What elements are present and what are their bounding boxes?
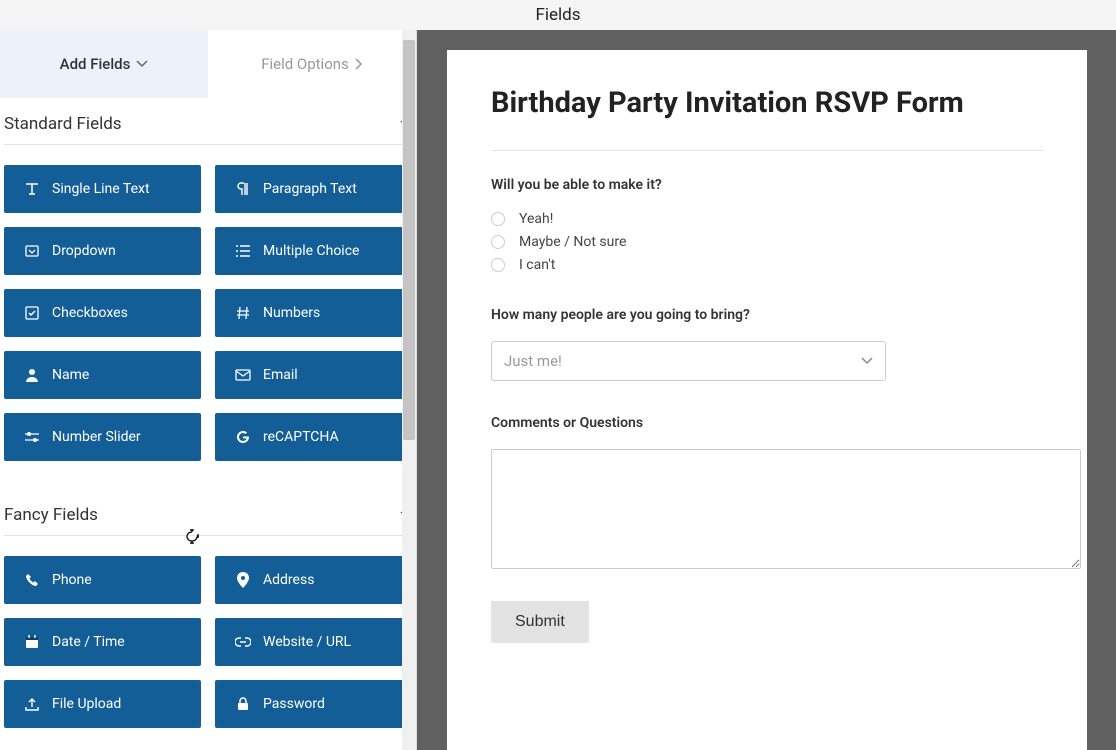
q1-label: Will you be able to make it? [491,177,1043,193]
section-standard-label: Standard Fields [4,114,122,134]
scrollbar-thumb[interactable] [403,40,415,440]
radio-option[interactable]: Yeah! [491,211,1043,227]
radio-option[interactable]: Maybe / Not sure [491,234,1043,250]
google-icon [235,429,251,445]
chevron-down-icon [136,60,148,68]
field-label: File Upload [52,696,121,712]
field-label: Address [263,572,314,588]
chevron-right-icon [355,58,363,70]
radio-icon [491,258,505,272]
chevron-down-icon [861,357,873,365]
field-multiple-choice[interactable]: Multiple Choice [215,227,412,275]
field-password[interactable]: Password [215,680,412,728]
field-checkboxes[interactable]: Checkboxes [4,289,201,337]
pin-icon [235,572,251,588]
submit-button[interactable]: Submit [491,601,589,643]
field-number-slider[interactable]: Number Slider [4,413,201,461]
field-label: Password [263,696,325,712]
hash-icon [235,305,251,321]
preview-area: Birthday Party Invitation RSVP Form Will… [417,30,1116,750]
section-standard-fields[interactable]: Standard Fields [4,98,412,145]
header-title: Fields [0,0,1116,30]
field-label: reCAPTCHA [263,429,339,445]
section-fancy-label: Fancy Fields [4,505,98,525]
people-select[interactable]: Just me! [491,341,886,381]
people-select-value: Just me! [504,352,562,370]
field-label: Email [263,367,298,383]
form-preview: Birthday Party Invitation RSVP Form Will… [447,50,1087,750]
phone-icon [24,572,40,588]
scrollbar[interactable] [402,30,416,750]
field-phone[interactable]: Phone [4,556,201,604]
comments-textarea[interactable] [491,449,1081,569]
field-label: Single Line Text [52,181,150,197]
field-dropdown[interactable]: Dropdown [4,227,201,275]
field-name[interactable]: Name [4,351,201,399]
link-icon [235,634,251,650]
tab-add-fields-label: Add Fields [60,55,131,73]
check-square-icon [24,305,40,321]
field-label: Name [52,367,89,383]
mail-icon [235,367,251,383]
upload-icon [24,696,40,712]
paragraph-icon [235,181,251,197]
tab-add-fields[interactable]: Add Fields [0,30,208,98]
field-recaptcha[interactable]: reCAPTCHA [215,413,412,461]
radio-icon [491,212,505,226]
radio-option[interactable]: I can't [491,257,1043,273]
radio-label: I can't [519,257,555,273]
q2-label: How many people are you going to bring? [491,307,1043,323]
text-icon [24,181,40,197]
tab-field-options[interactable]: Field Options [208,30,416,98]
field-label: Date / Time [52,634,125,650]
field-label: Numbers [263,305,320,321]
divider [491,150,1043,151]
radio-label: Maybe / Not sure [519,234,626,250]
lock-icon [235,696,251,712]
radio-label: Yeah! [519,211,553,227]
q3-label: Comments or Questions [491,415,1043,431]
field-label: Phone [52,572,92,588]
calendar-icon [24,634,40,650]
dropdown-icon [24,243,40,259]
field-date-time[interactable]: Date / Time [4,618,201,666]
form-title: Birthday Party Invitation RSVP Form [491,88,1043,120]
field-paragraph-text[interactable]: Paragraph Text [215,165,412,213]
field-email[interactable]: Email [215,351,412,399]
list-icon [235,243,251,259]
section-fancy-fields[interactable]: Fancy Fields [4,489,412,536]
field-label: Checkboxes [52,305,128,321]
slider-icon [24,429,40,445]
radio-icon [491,235,505,249]
field-website-url[interactable]: Website / URL [215,618,412,666]
left-panel: Add Fields Field Options Standard Fields… [0,30,417,750]
tab-field-options-label: Field Options [261,55,349,73]
field-single-line-text[interactable]: Single Line Text [4,165,201,213]
field-address[interactable]: Address [215,556,412,604]
user-icon [24,367,40,383]
field-label: Paragraph Text [263,181,357,197]
field-label: Multiple Choice [263,243,359,259]
field-file-upload[interactable]: File Upload [4,680,201,728]
field-numbers[interactable]: Numbers [215,289,412,337]
field-label: Number Slider [52,429,141,445]
field-label: Website / URL [263,634,351,650]
field-label: Dropdown [52,243,116,259]
